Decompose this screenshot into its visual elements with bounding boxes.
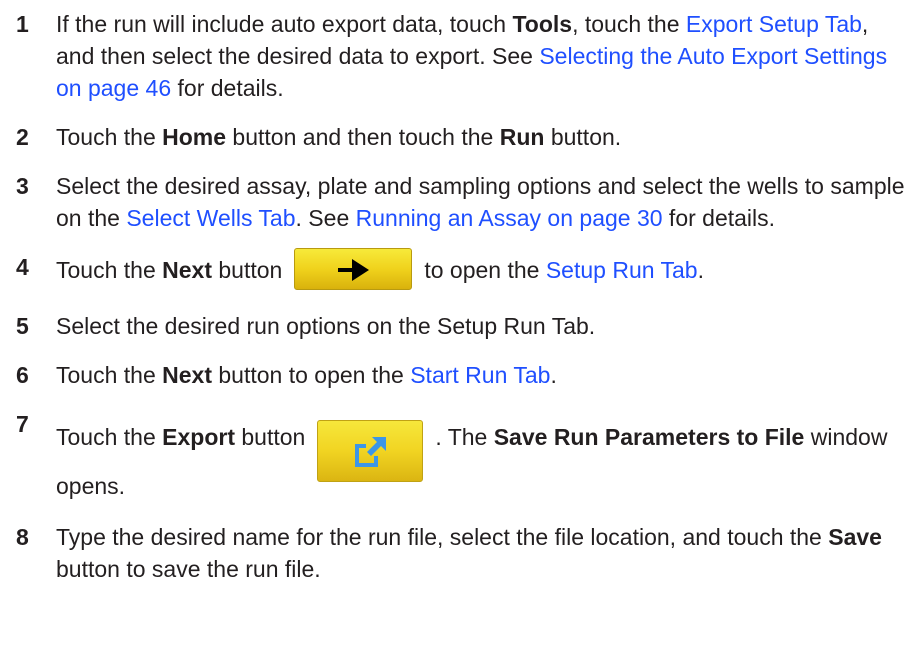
step-text: . See xyxy=(295,205,356,231)
next-label: Next xyxy=(162,362,212,388)
step-text: button xyxy=(212,257,283,284)
step-number: 1 xyxy=(16,11,29,37)
export-setup-tab-link[interactable]: Export Setup Tab xyxy=(686,11,862,37)
step-4: 4 Touch the Next button to open the Setup… xyxy=(0,248,906,293)
step-text: button xyxy=(234,424,306,451)
step-text: , touch the xyxy=(572,11,686,37)
step-text: If the run will include auto export data… xyxy=(56,11,513,37)
step-text: Touch the xyxy=(56,424,163,451)
step-text: Type the desired name for the run file, … xyxy=(56,524,829,550)
step-number: 6 xyxy=(16,362,29,388)
step-text: button to open the xyxy=(212,362,411,388)
step-text: Touch the xyxy=(56,362,163,388)
export-icon xyxy=(355,437,387,467)
run-label: Run xyxy=(499,124,545,150)
step-3: 3 Select the desired assay, plate and sa… xyxy=(0,170,906,234)
step-5: 5 Select the desired run options on the … xyxy=(0,310,906,342)
step-text: Select the desired run options on the Se… xyxy=(56,313,596,339)
setup-run-tab-link[interactable]: Setup Run Tab xyxy=(546,257,698,283)
step-text: for details. xyxy=(171,75,284,101)
running-an-assay-link[interactable]: Running an Assay on page 30 xyxy=(356,205,663,231)
step-text: button and then touch the xyxy=(226,124,500,150)
step-number: 2 xyxy=(16,124,29,150)
save-run-parameters-label: Save Run Parameters to File xyxy=(493,424,805,451)
step-text: Touch the xyxy=(56,124,163,150)
step-text: to open the xyxy=(424,257,546,284)
step-text: button. xyxy=(544,124,622,150)
procedure-steps: 1 If the run will include auto export da… xyxy=(0,0,918,585)
tools-label: Tools xyxy=(512,11,573,37)
step-number: 5 xyxy=(16,313,29,339)
step-number: 7 xyxy=(16,411,29,437)
export-label: Export xyxy=(162,424,235,451)
step-number: 3 xyxy=(16,173,29,199)
step-number: 8 xyxy=(16,524,29,550)
step-text: . xyxy=(550,362,557,388)
step-8: 8 Type the desired name for the run file… xyxy=(0,521,906,585)
select-wells-tab-link[interactable]: Select Wells Tab xyxy=(126,205,295,231)
next-button-image xyxy=(294,248,413,290)
step-text: . xyxy=(697,257,704,284)
start-run-tab-link[interactable]: Start Run Tab xyxy=(410,362,550,388)
save-label: Save xyxy=(828,524,882,550)
step-2: 2 Touch the Home button and then touch t… xyxy=(0,121,906,153)
next-label: Next xyxy=(162,257,212,284)
arrow-right-icon xyxy=(338,259,370,281)
step-number: 4 xyxy=(16,254,29,280)
step-text: Touch the xyxy=(56,257,163,284)
step-text: button to save the run file. xyxy=(56,556,321,582)
home-label: Home xyxy=(162,124,227,150)
step-6: 6 Touch the Next button to open the Star… xyxy=(0,359,906,391)
step-text: for details. xyxy=(662,205,776,231)
step-text: . The xyxy=(435,424,494,451)
step-1: 1 If the run will include auto export da… xyxy=(0,8,906,104)
export-button-image xyxy=(317,420,424,482)
step-7: 7 Touch the Export button . The Save Run … xyxy=(0,408,906,502)
